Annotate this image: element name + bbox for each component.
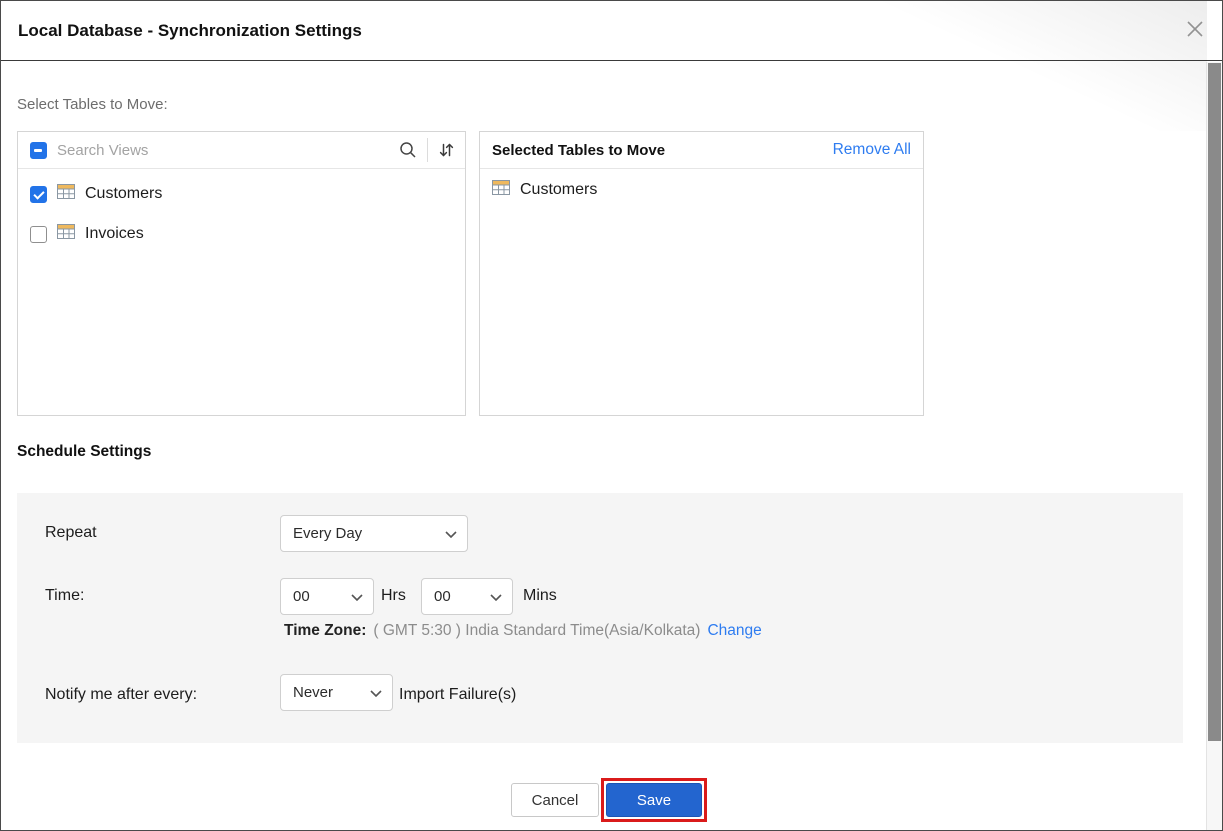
notify-value: Never xyxy=(293,684,333,701)
search-input[interactable] xyxy=(57,142,389,159)
source-tables-list: Customers Invoices xyxy=(18,169,465,254)
dialog-title: Local Database - Synchronization Setting… xyxy=(18,21,362,41)
chevron-down-icon xyxy=(445,525,457,542)
search-row xyxy=(18,132,465,169)
time-label: Time: xyxy=(45,587,84,605)
timezone-value: ( GMT 5:30 ) India Standard Time(Asia/Ko… xyxy=(373,622,700,640)
hours-dropdown[interactable]: 00 xyxy=(280,578,374,615)
dialog-header: Local Database - Synchronization Setting… xyxy=(1,1,1222,61)
selected-table-name: Customers xyxy=(520,181,597,199)
schedule-settings-panel: Repeat Every Day Time: 00 Hrs 00 Mins Ti… xyxy=(17,493,1183,743)
selected-tables-panel: Selected Tables to Move Remove All Custo… xyxy=(479,131,924,416)
vertical-scrollbar[interactable] xyxy=(1206,62,1222,830)
minutes-dropdown[interactable]: 00 xyxy=(421,578,513,615)
search-icon xyxy=(399,141,417,159)
timezone-label: Time Zone: xyxy=(284,622,366,640)
table-icon xyxy=(492,180,510,200)
close-icon xyxy=(1184,18,1206,45)
sort-icon[interactable] xyxy=(438,142,455,158)
selected-tables-header: Selected Tables to Move Remove All xyxy=(480,132,923,169)
timezone-change-link[interactable]: Change xyxy=(707,622,761,640)
repeat-dropdown[interactable]: Every Day xyxy=(280,515,468,552)
hours-unit-label: Hrs xyxy=(381,587,406,605)
cancel-button[interactable]: Cancel xyxy=(511,783,599,817)
minutes-value: 00 xyxy=(434,588,451,605)
save-button[interactable]: Save xyxy=(606,783,702,817)
minutes-unit-label: Mins xyxy=(523,587,557,605)
notify-label: Notify me after every: xyxy=(45,686,197,704)
table-name: Customers xyxy=(85,185,162,203)
checkbox-invoices[interactable] xyxy=(30,226,47,243)
table-icon xyxy=(57,224,75,244)
hours-value: 00 xyxy=(293,588,310,605)
select-tables-label: Select Tables to Move: xyxy=(17,96,168,113)
select-all-checkbox[interactable] xyxy=(30,142,47,159)
close-button[interactable] xyxy=(1182,18,1208,44)
selected-tables-title: Selected Tables to Move xyxy=(492,142,665,159)
save-annotation-highlight: Save xyxy=(601,778,707,822)
divider xyxy=(427,138,428,162)
remove-all-link[interactable]: Remove All xyxy=(833,141,911,159)
table-name: Invoices xyxy=(85,225,144,243)
scrollbar-thumb[interactable] xyxy=(1208,63,1221,741)
repeat-value: Every Day xyxy=(293,525,362,542)
checkbox-customers[interactable] xyxy=(30,186,47,203)
notify-dropdown[interactable]: Never xyxy=(280,674,393,711)
chevron-down-icon xyxy=(370,684,382,701)
notify-suffix-label: Import Failure(s) xyxy=(399,686,516,704)
timezone-row: Time Zone: ( GMT 5:30 ) India Standard T… xyxy=(284,622,762,640)
chevron-down-icon xyxy=(490,588,502,605)
repeat-label: Repeat xyxy=(45,524,97,542)
schedule-settings-heading: Schedule Settings xyxy=(17,443,151,461)
synchronization-settings-dialog: Local Database - Synchronization Setting… xyxy=(0,0,1223,831)
source-tables-panel: Customers Invoices xyxy=(17,131,466,416)
list-item[interactable]: Invoices xyxy=(18,214,465,254)
list-item[interactable]: Customers xyxy=(18,174,465,214)
chevron-down-icon xyxy=(351,588,363,605)
selected-item: Customers xyxy=(480,169,923,211)
table-icon xyxy=(57,184,75,204)
